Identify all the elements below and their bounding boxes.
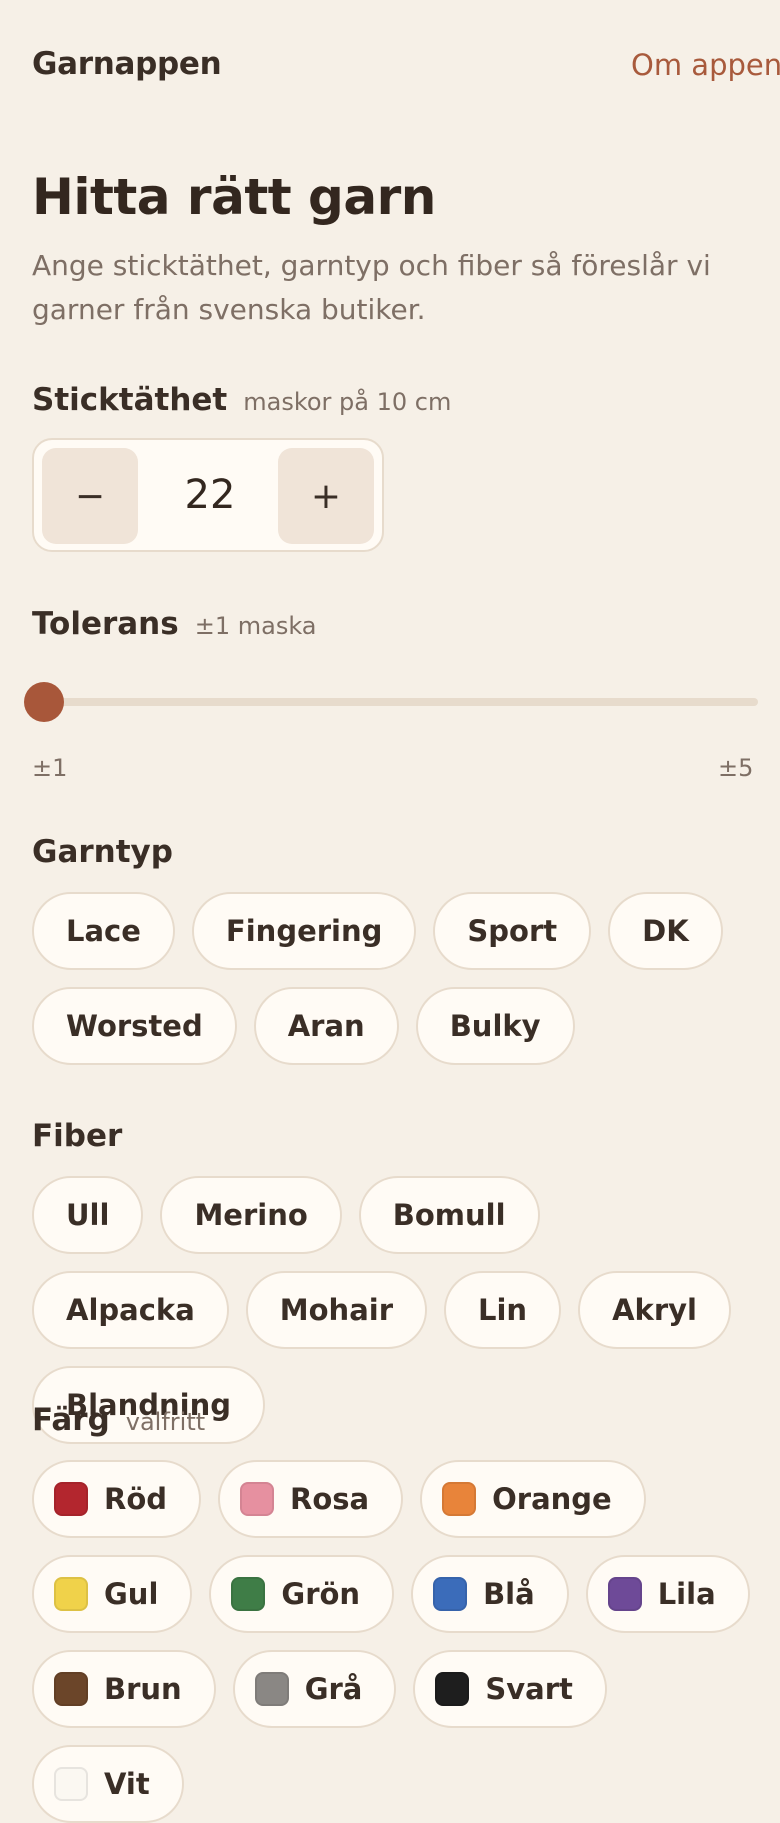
- slider-thumb[interactable]: [24, 682, 64, 722]
- chip-label: Lila: [657, 1577, 716, 1611]
- swatch-icon: [433, 1577, 468, 1611]
- yarn-type-label: Garntyp: [32, 834, 173, 870]
- yarn-type-title: Garntyp: [32, 834, 173, 870]
- chip-fiber-merino[interactable]: Merino: [160, 1176, 342, 1254]
- chip-label: Orange: [492, 1482, 612, 1516]
- chip-color-orange[interactable]: Orange: [420, 1460, 646, 1538]
- chip-label: Brun: [104, 1672, 182, 1706]
- chip-label: Rosa: [290, 1482, 370, 1516]
- about-link[interactable]: Om appen: [631, 48, 780, 82]
- chip-yarn-dk[interactable]: DK: [608, 892, 723, 970]
- chip-color-gul[interactable]: Gul: [32, 1555, 193, 1633]
- fiber-title: Fiber: [32, 1118, 123, 1154]
- chip-label: Svart: [485, 1672, 573, 1706]
- chip-color-vit[interactable]: Vit: [32, 1745, 184, 1823]
- slider-max-label: ±5: [718, 754, 754, 782]
- chip-fiber-lin[interactable]: Lin: [444, 1271, 562, 1349]
- swatch-icon: [54, 1672, 88, 1706]
- tolerance-slider[interactable]: [24, 678, 758, 726]
- tolerance-subtitle: ±1 maska: [194, 612, 317, 640]
- color-label: Färg valfritt: [32, 1402, 205, 1438]
- slider-min-label: ±1: [32, 754, 68, 782]
- color-title: Färg: [32, 1402, 110, 1438]
- chip-yarn-fingering[interactable]: Fingering: [191, 892, 417, 970]
- chip-label: Vit: [104, 1767, 150, 1801]
- top-bar: Garnappen Om appen: [0, 0, 780, 130]
- page-title: Hitta rätt garn: [32, 168, 436, 226]
- chip-fiber-ull[interactable]: Ull: [32, 1176, 144, 1254]
- chip-fiber-mohair[interactable]: Mohair: [245, 1271, 428, 1349]
- slider-track[interactable]: [44, 698, 758, 706]
- color-subtitle: valfritt: [125, 1408, 206, 1436]
- gauge-title: Sticktäthet: [32, 382, 228, 418]
- swatch-icon: [442, 1482, 477, 1516]
- swatch-icon: [254, 1672, 289, 1706]
- gauge-subtitle: maskor på 10 cm: [243, 388, 452, 416]
- app-brand[interactable]: Garnappen: [32, 46, 222, 82]
- chip-label: Grå: [304, 1672, 363, 1706]
- swatch-icon: [54, 1767, 88, 1801]
- chip-color-lila[interactable]: Lila: [585, 1555, 750, 1633]
- chip-color-gra[interactable]: Grå: [232, 1650, 397, 1728]
- chip-label: Gul: [104, 1577, 159, 1611]
- chip-color-rod[interactable]: Röd: [32, 1460, 202, 1538]
- swatch-icon: [231, 1577, 266, 1611]
- chip-yarn-lace[interactable]: Lace: [32, 892, 175, 970]
- yarn-type-chips: Lace Fingering Sport DK Worsted Aran Bul…: [32, 892, 752, 1065]
- swatch-icon: [607, 1577, 642, 1611]
- swatch-icon: [435, 1672, 470, 1706]
- chip-color-bla[interactable]: Blå: [411, 1555, 569, 1633]
- fiber-label: Fiber: [32, 1118, 122, 1154]
- chip-fiber-akryl[interactable]: Akryl: [578, 1271, 731, 1349]
- increment-button[interactable]: +: [278, 448, 374, 544]
- chip-color-svart[interactable]: Svart: [413, 1650, 607, 1728]
- tolerance-title: Tolerans: [32, 606, 179, 642]
- chip-color-rosa[interactable]: Rosa: [218, 1460, 404, 1538]
- swatch-icon: [54, 1482, 88, 1516]
- chip-label: Grön: [281, 1577, 361, 1611]
- tolerance-label: Tolerans ±1 maska: [32, 606, 317, 642]
- gauge-label: Sticktäthet maskor på 10 cm: [32, 382, 451, 418]
- chip-yarn-sport[interactable]: Sport: [433, 892, 592, 970]
- decrement-button[interactable]: −: [42, 448, 138, 544]
- page-lead: Ange sticktäthet, garntyp och fiber så f…: [32, 249, 711, 326]
- swatch-icon: [54, 1577, 88, 1611]
- chip-label: Röd: [104, 1482, 168, 1516]
- chip-label: Blå: [483, 1577, 535, 1611]
- gauge-stepper: − 22 +: [32, 438, 384, 552]
- chip-yarn-bulky[interactable]: Bulky: [415, 987, 575, 1065]
- chip-yarn-aran[interactable]: Aran: [253, 987, 399, 1065]
- gauge-value[interactable]: 22: [138, 440, 282, 550]
- chip-color-gron[interactable]: Grön: [209, 1555, 395, 1633]
- chip-color-brun[interactable]: Brun: [32, 1650, 216, 1728]
- chip-yarn-worsted[interactable]: Worsted: [32, 987, 237, 1065]
- color-chips: Röd Rosa Orange Gul Grön Blå Lila Brun G…: [32, 1460, 752, 1823]
- chip-fiber-alpacka[interactable]: Alpacka: [32, 1271, 229, 1349]
- swatch-icon: [240, 1482, 275, 1516]
- chip-fiber-bomull[interactable]: Bomull: [358, 1176, 540, 1254]
